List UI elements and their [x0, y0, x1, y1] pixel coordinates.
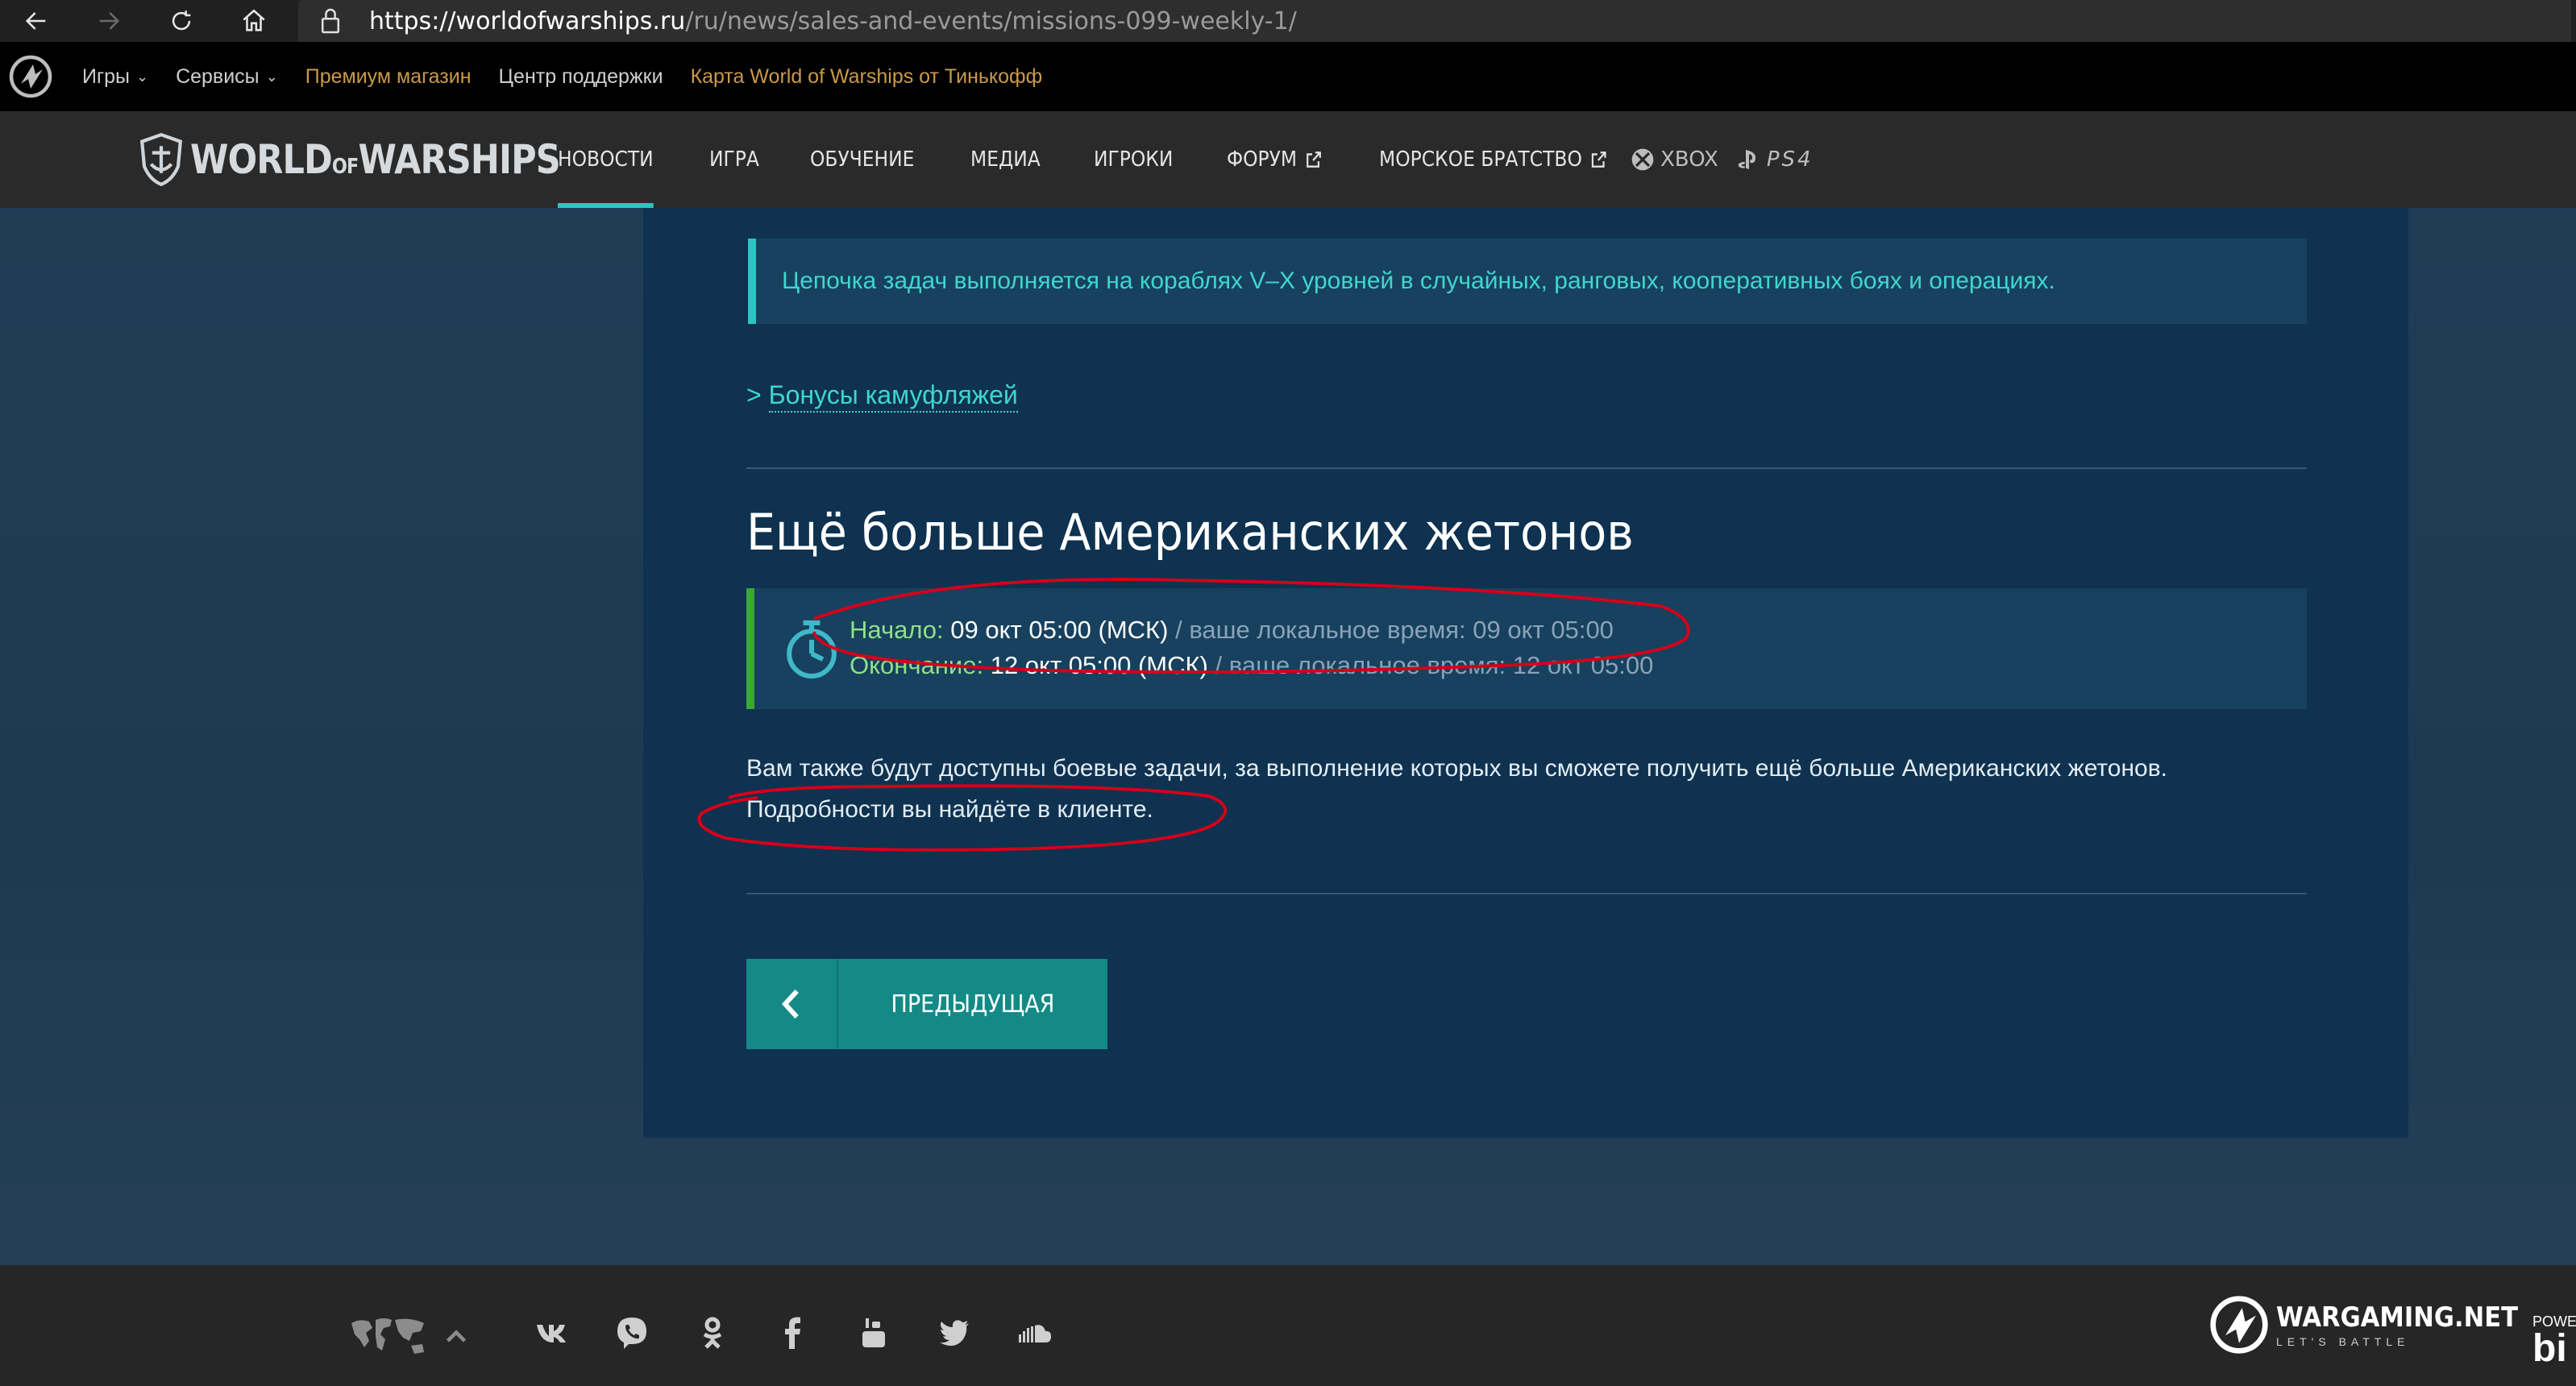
bonus-link-label: Бонусы камуфляжей: [768, 380, 1018, 413]
menu-item-learn[interactable]: ОБУЧЕНИЕ: [810, 111, 914, 208]
forum-label: ФОРУМ: [1227, 147, 1298, 172]
wargaming-top-bar: Игры ⌄ Сервисы ⌄ Премиум магазин Центр под…: [0, 42, 2576, 111]
wargaming-logo-icon[interactable]: [6, 52, 55, 101]
wargaming-footer-text: WARGAMING.NET LET'S BATTLE: [2276, 1301, 2545, 1348]
chevron-left-icon: [746, 959, 838, 1049]
platform-logos: XBOX PS4: [1630, 111, 1831, 208]
end-local-time: ваше локальное время: 12 окт 05:00: [1228, 651, 1654, 679]
home-button[interactable]: [218, 0, 290, 42]
menu-item-brotherhood[interactable]: МОРСКОЕ БРАТСТВО: [1379, 111, 1608, 208]
end-value: 12 окт 05:00 (МСК): [990, 651, 1208, 679]
ps4-label: PS4: [1766, 147, 1814, 172]
menu-item-news[interactable]: НОВОСТИ: [558, 111, 654, 208]
chevron-down-icon: ⌄: [265, 68, 278, 85]
powered-by: POWE bi: [2532, 1313, 2576, 1370]
viber-icon[interactable]: [609, 1310, 654, 1355]
stopwatch-icon: [787, 620, 837, 679]
services-menu[interactable]: Сервисы ⌄: [176, 65, 278, 89]
camouflage-bonus-link[interactable]: > Бонусы камуфляжей: [746, 380, 1018, 413]
start-value: 09 окт 05:00 (МСК): [950, 616, 1169, 644]
xbox-label: XBOX: [1660, 147, 1718, 172]
xbox-icon: [1631, 148, 1654, 171]
event-dates: Начало: 09 окт 05:00 (МСК) / ваше локаль…: [746, 588, 2307, 709]
url-path: /ru/news/sales-and-events/missions-099-w…: [685, 6, 1297, 35]
main-menu: НОВОСТИ ИГРА ОБУЧЕНИЕ МЕДИА ИГРОКИ ФОРУМ…: [558, 111, 1679, 208]
separator: /: [1215, 651, 1223, 679]
menu-item-game[interactable]: ИГРА: [709, 111, 759, 208]
forward-button[interactable]: [73, 0, 145, 42]
playstation-icon: [1738, 150, 1755, 169]
chevron-up-icon[interactable]: [442, 1322, 471, 1351]
brotherhood-label: МОРСКОЕ БРАТСТВО: [1379, 147, 1582, 172]
soundcloud-icon[interactable]: [1012, 1310, 1057, 1355]
url-text: https://worldofwarships.ru/ru/news/sales…: [369, 7, 1297, 35]
brand-word-2: OF: [331, 155, 359, 179]
divider: [746, 893, 2307, 894]
end-label: Окончание:: [850, 651, 984, 679]
home-icon: [243, 9, 265, 31]
lock-icon: [306, 7, 355, 35]
vk-icon[interactable]: [529, 1310, 574, 1355]
previous-label: ПРЕДЫДУЩАЯ: [891, 990, 1055, 1019]
article-paragraph: Вам также будут доступны боевые задачи, …: [746, 755, 2167, 823]
reload-button[interactable]: [145, 0, 218, 42]
ps4-logo[interactable]: PS4: [1736, 147, 1814, 172]
start-local-time: ваше локальное время: 09 окт 05:00: [1189, 616, 1614, 644]
section-title: Ещё больше Американских жетонов: [746, 503, 1634, 562]
wargaming-tagline: LET'S BATTLE: [2276, 1335, 2410, 1348]
expand-arrow: >: [746, 380, 762, 409]
arrow-right-icon: [99, 12, 120, 30]
facebook-icon[interactable]: [771, 1310, 816, 1355]
external-link-icon: [1307, 151, 1321, 168]
separator: /: [1175, 616, 1182, 644]
world-of-warships-logo[interactable]: WORLDOFWARSHIPS: [139, 129, 621, 190]
back-button[interactable]: [0, 0, 73, 42]
notice-text: Цепочка задач выполняется на кораблях V–…: [782, 268, 2055, 294]
shield-anchor-icon: [139, 132, 183, 187]
tinkoff-card-link[interactable]: Карта World of Warships от Тинькофф: [691, 65, 1043, 89]
social-links: [529, 1310, 1093, 1355]
url-host: https://worldofwarships.ru: [369, 6, 686, 35]
footer: WARGAMING.NET LET'S BATTLE POWE bi: [0, 1265, 2576, 1386]
wargaming-logo-icon: [2210, 1296, 2268, 1354]
world-map-icon[interactable]: [348, 1315, 429, 1360]
brand-text: WORLDOFWARSHIPS: [190, 136, 561, 183]
premium-shop-link[interactable]: Премиум магазин: [305, 65, 472, 89]
address-bar[interactable]: https://worldofwarships.ru/ru/news/sales…: [298, 0, 2571, 42]
games-menu[interactable]: Игры ⌄: [82, 65, 148, 89]
youtube-icon[interactable]: [851, 1310, 896, 1355]
wargaming-footer-logo[interactable]: WARGAMING.NET LET'S BATTLE: [2208, 1294, 2545, 1355]
reload-icon: [172, 10, 191, 31]
menu-item-media[interactable]: МЕДИА: [970, 111, 1041, 208]
previous-button[interactable]: ПРЕДЫДУЩАЯ: [746, 959, 1107, 1049]
start-label: Начало:: [850, 616, 944, 644]
menu-item-forum[interactable]: ФОРУМ: [1227, 111, 1323, 208]
wargaming-name: WARGAMING.NET: [2276, 1301, 2518, 1334]
powered-logo: bi: [2532, 1327, 2567, 1370]
chevron-down-icon: ⌄: [135, 68, 149, 85]
brand-word-3: WARSHIPS: [358, 136, 560, 183]
external-link-icon: [1591, 151, 1606, 168]
divider: [746, 467, 2307, 469]
xbox-logo[interactable]: XBOX: [1630, 147, 1718, 172]
menu-item-players[interactable]: ИГРОКИ: [1094, 111, 1173, 208]
games-label: Игры: [82, 64, 130, 88]
end-date-line: Окончание: 12 окт 05:00 (МСК) / ваше лок…: [850, 651, 1653, 680]
levels-notice: Цепочка задач выполняется на кораблях V–…: [748, 239, 2307, 324]
twitter-icon[interactable]: [932, 1310, 977, 1355]
game-navigation: WORLDOFWARSHIPS НОВОСТИ ИГРА ОБУЧЕНИЕ МЕ…: [0, 111, 2576, 208]
browser-toolbar: https://worldofwarships.ru/ru/news/sales…: [0, 0, 2576, 42]
support-link[interactable]: Центр поддержки: [499, 65, 663, 89]
odnoklassniki-icon[interactable]: [690, 1310, 735, 1355]
services-label: Сервисы: [176, 64, 260, 88]
brand-word-1: WORLD: [190, 136, 333, 183]
start-date-line: Начало: 09 окт 05:00 (МСК) / ваше локаль…: [850, 616, 1614, 645]
arrow-left-icon: [25, 12, 46, 30]
